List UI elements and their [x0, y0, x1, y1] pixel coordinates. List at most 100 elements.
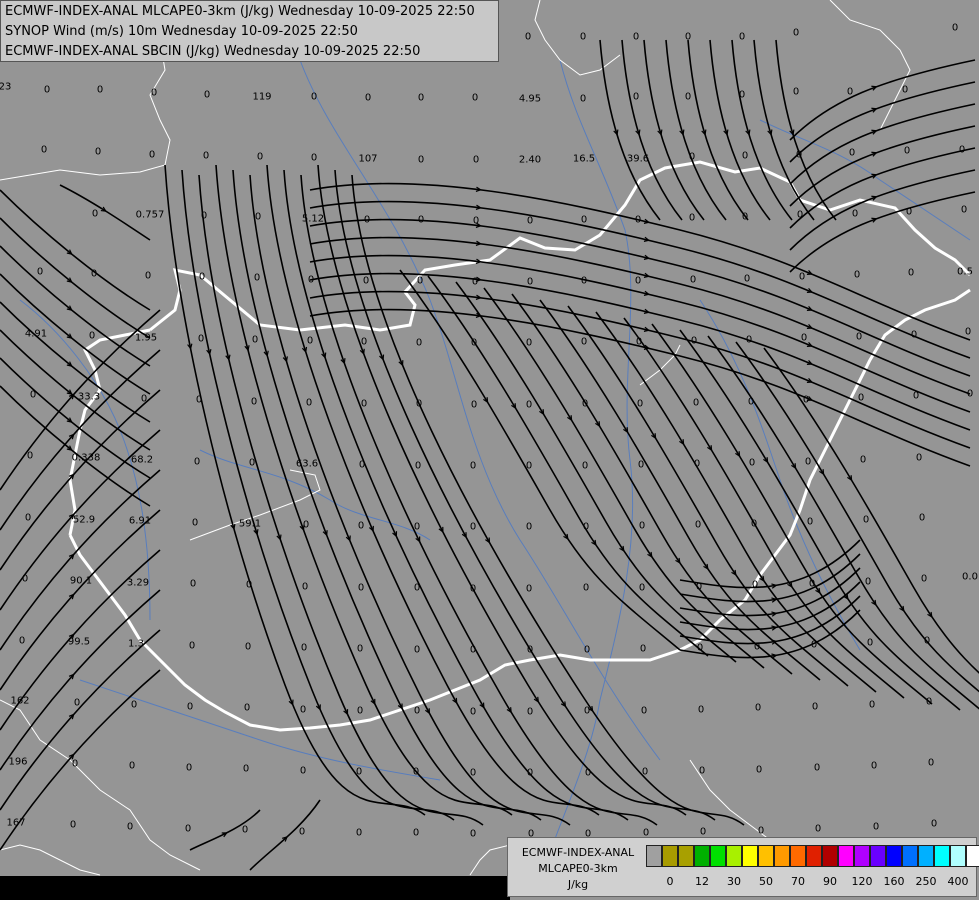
legend-tick: 50: [759, 875, 773, 888]
grid-value: 0: [200, 210, 208, 222]
grid-value: 0: [469, 767, 477, 779]
grid-value: 0: [18, 635, 26, 647]
streamline: [0, 301, 151, 423]
grid-value: 0: [412, 766, 420, 778]
grid-value: 0: [526, 767, 534, 779]
grid-value: 0: [415, 398, 423, 410]
streamline: [595, 311, 877, 693]
grid-value: 0: [73, 697, 81, 709]
grid-value: 0: [580, 336, 588, 348]
grid-value: 0: [923, 635, 931, 647]
grid-value: 0: [241, 824, 249, 836]
grid-value: 0: [580, 275, 588, 287]
grid-value: 0: [413, 582, 421, 594]
grid-value: 68.2: [130, 454, 154, 466]
grid-value: 0: [753, 641, 761, 653]
legend-swatch: [790, 845, 806, 867]
grid-value: 0: [966, 388, 974, 400]
streamline: [731, 39, 793, 221]
grid-value: 0: [26, 450, 34, 462]
grid-value: 0: [800, 332, 808, 344]
regional-border: [534, 0, 621, 76]
grid-value: 0: [251, 334, 259, 346]
grid-value: 196: [8, 756, 28, 768]
grid-value: 0: [470, 399, 478, 411]
grid-value: 0: [693, 458, 701, 470]
grid-value: 107: [358, 153, 378, 165]
streamline: [189, 809, 261, 851]
grid-value: 0: [526, 215, 534, 227]
grid-value: 99.5: [67, 636, 91, 648]
grid-value: 0: [472, 215, 480, 227]
legend-tick: 160: [883, 875, 905, 888]
grid-value: 0: [910, 329, 918, 341]
grid-value: 0: [582, 521, 590, 533]
grid-value: 0: [581, 460, 589, 472]
grid-value: 0: [360, 398, 368, 410]
grid-value: 0: [958, 144, 966, 156]
river-line: [699, 299, 861, 651]
grid-value: 0: [24, 512, 32, 524]
grid-value: 0: [140, 393, 148, 405]
grid-value: 0: [804, 456, 812, 468]
grid-value: 0: [692, 397, 700, 409]
grid-value: 0: [307, 274, 315, 286]
streamline: [539, 299, 821, 681]
grid-value: 0: [808, 578, 816, 590]
legend-swatch: [726, 845, 742, 867]
grid-value: 52.9: [72, 514, 96, 526]
grid-value: 0: [242, 763, 250, 775]
grid-value: 0: [91, 208, 99, 220]
grid-value: 6.91: [128, 515, 152, 527]
legend-swatch: [934, 845, 950, 867]
grid-value: 0: [634, 214, 642, 226]
grid-value: 39.6: [626, 153, 650, 165]
grid-value: 0: [469, 460, 477, 472]
grid-value: 0: [581, 398, 589, 410]
grid-value: 0: [415, 337, 423, 349]
grid-value: 0: [362, 275, 370, 287]
weather-map: 0000001030023000011900004.95000000000000…: [0, 0, 979, 900]
grid-value: 0: [745, 334, 753, 346]
grid-value: 0: [802, 394, 810, 406]
grid-value: 0: [299, 704, 307, 716]
grid-value: 0: [927, 757, 935, 769]
legend-swatch: [742, 845, 758, 867]
grid-value: 0: [696, 642, 704, 654]
grid-value: 0: [741, 211, 749, 223]
grid-value: 0: [357, 582, 365, 594]
grid-value: 0.5: [957, 266, 973, 278]
grid-value: 0: [738, 89, 746, 101]
regional-border: [0, 844, 101, 876]
grid-value: 0: [792, 27, 800, 39]
legend-tick: 90: [823, 875, 837, 888]
grid-value: 0: [634, 275, 642, 287]
grid-value: 0: [695, 581, 703, 593]
grid-value: 0: [363, 214, 371, 226]
grid-value: 0: [150, 87, 158, 99]
legend: ECMWF-INDEX-ANAL MLCAPE0-3km J/kg 0 12 30 5…: [507, 837, 979, 897]
grid-value: 1.95: [134, 332, 158, 344]
grid-value: 0: [525, 337, 533, 349]
grid-value: 0: [417, 214, 425, 226]
grid-value: 0: [751, 579, 759, 591]
grid-value: 0: [795, 149, 803, 161]
grid-value: 0: [356, 643, 364, 655]
legend-parameter: MLCAPE0-3km: [538, 862, 618, 875]
grid-value: 0: [690, 335, 698, 347]
legend-source: ECMWF-INDEX-ANAL: [521, 846, 635, 859]
grid-value: 0: [243, 702, 251, 714]
legend-swatch: [678, 845, 694, 867]
grid-value: 0: [806, 516, 814, 528]
grid-value: 0: [582, 582, 590, 594]
grid-value: 0: [412, 827, 420, 839]
streamline: [687, 39, 749, 221]
grid-value: 0: [191, 517, 199, 529]
grid-value: 0: [299, 765, 307, 777]
legend-tick: 0: [666, 875, 674, 888]
grid-value: 0: [36, 266, 44, 278]
grid-value: 0: [810, 639, 818, 651]
grid-value: 0: [525, 399, 533, 411]
grid-value: 0: [524, 31, 532, 43]
grid-value: 0: [94, 146, 102, 158]
